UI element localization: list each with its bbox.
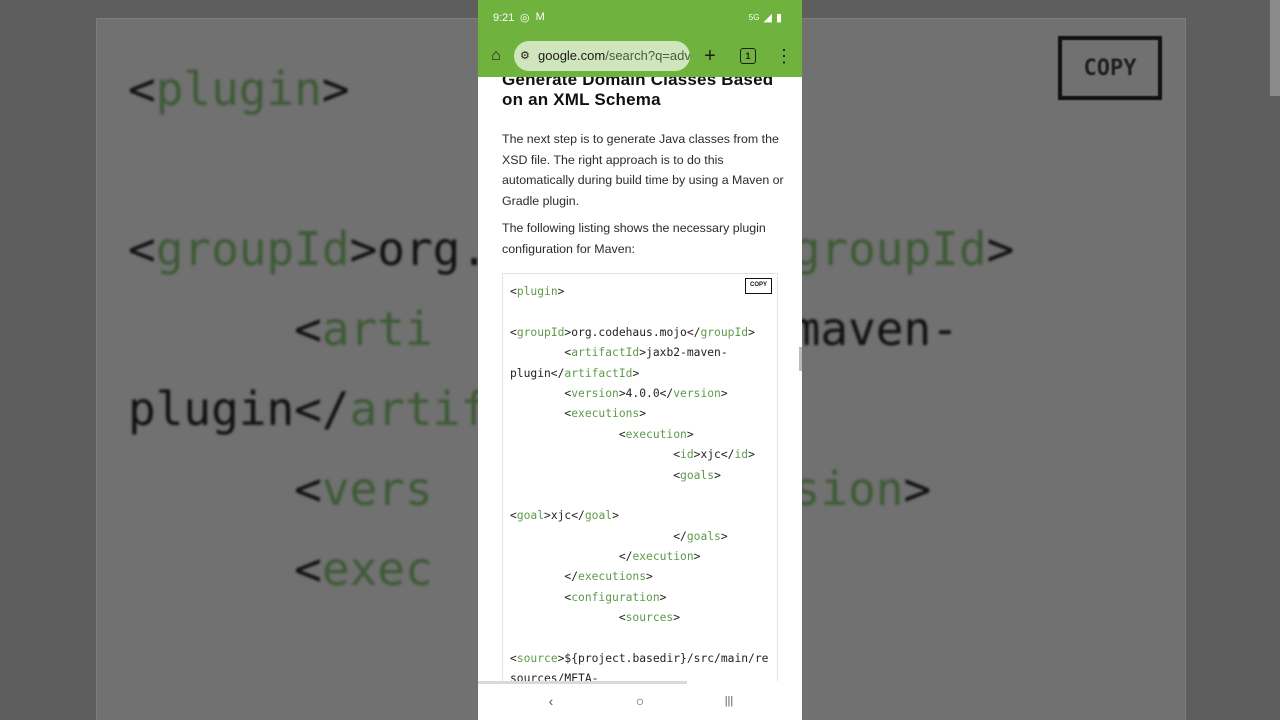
phone-screen: 9:21 ◎ M 5G ◢ ▮ ⌂ ⚙ google.com/search?q=…: [478, 0, 802, 720]
scroll-indicator: [799, 347, 802, 371]
code-line: <source>${project.basedir}/src/main/re: [510, 652, 769, 666]
code-line: <artifactId>jaxb2-maven-: [510, 346, 728, 360]
code-line: sources/META-: [510, 672, 599, 681]
code-block: <plugin> <groupId>org.codehaus.mojo</grou…: [502, 273, 778, 681]
article-heading: Generate Domain Classes Based on an XML …: [502, 77, 774, 109]
system-nav-bar: ‹ ○ |||: [478, 681, 802, 720]
page-content: Generate Domain Classes Based on an XML …: [478, 77, 802, 681]
code-line: <execution>: [510, 427, 694, 441]
code-text: <plugin> <groupId>org.codehaus.mojo</grou…: [510, 282, 768, 681]
code-line: <executions>: [510, 407, 647, 421]
background-code-line: <exec: [128, 542, 433, 596]
home-icon[interactable]: ⌂: [486, 46, 506, 66]
tab-switcher-icon[interactable]: 1: [740, 48, 756, 64]
code-line: <plugin>: [510, 285, 565, 298]
paragraph-1: The next step is to generate Java classe…: [502, 132, 784, 208]
copy-button[interactable]: COPY: [745, 278, 772, 294]
back-nav-icon[interactable]: ‹: [544, 693, 558, 709]
url-host: google.com: [538, 48, 606, 63]
background-code-line: <plugin>: [128, 62, 350, 116]
status-bar: 9:21 ◎ M 5G ◢ ▮: [478, 0, 802, 36]
gmail-icon: M: [535, 11, 545, 23]
code-line: <goal>xjc</goal>: [510, 509, 619, 523]
location-icon: ◎: [520, 12, 530, 24]
background-scrollbar: [1270, 0, 1280, 96]
code-line: </execution>: [510, 550, 701, 564]
code-line: <goals>: [510, 468, 721, 482]
code-line: <sources>: [510, 611, 681, 625]
new-tab-icon[interactable]: +: [700, 46, 720, 66]
signal-icon: ◢: [763, 12, 772, 24]
background-copy-button: COPY: [1058, 36, 1162, 100]
status-time: 9:21: [493, 12, 515, 24]
network-label: 5G: [748, 13, 760, 22]
url-bar[interactable]: ⚙ google.com/search?q=adva: [514, 41, 690, 71]
background-code-line: plugin</artifa: [128, 382, 516, 436]
code-line: <id>xjc</id>: [510, 448, 755, 462]
code-line: </executions>: [510, 570, 653, 584]
home-nav-icon[interactable]: ○: [633, 693, 647, 709]
code-line: plugin</artifactId>: [510, 366, 640, 380]
url-path: /search?q=adva: [605, 48, 690, 63]
site-settings-icon[interactable]: ⚙: [520, 41, 534, 71]
code-line: <groupId>org.codehaus.mojo</groupId>: [510, 325, 755, 339]
menu-icon[interactable]: ⋮: [774, 46, 794, 66]
code-line: <version>4.0.0</version>: [510, 386, 728, 400]
code-line: </goals>: [510, 529, 728, 543]
battery-icon: ▮: [775, 12, 782, 24]
page-progress: [478, 681, 687, 684]
code-line: <configuration>: [510, 590, 667, 604]
paragraph-2: The following listing shows the necessar…: [502, 221, 766, 256]
recents-nav-icon[interactable]: |||: [721, 693, 737, 709]
